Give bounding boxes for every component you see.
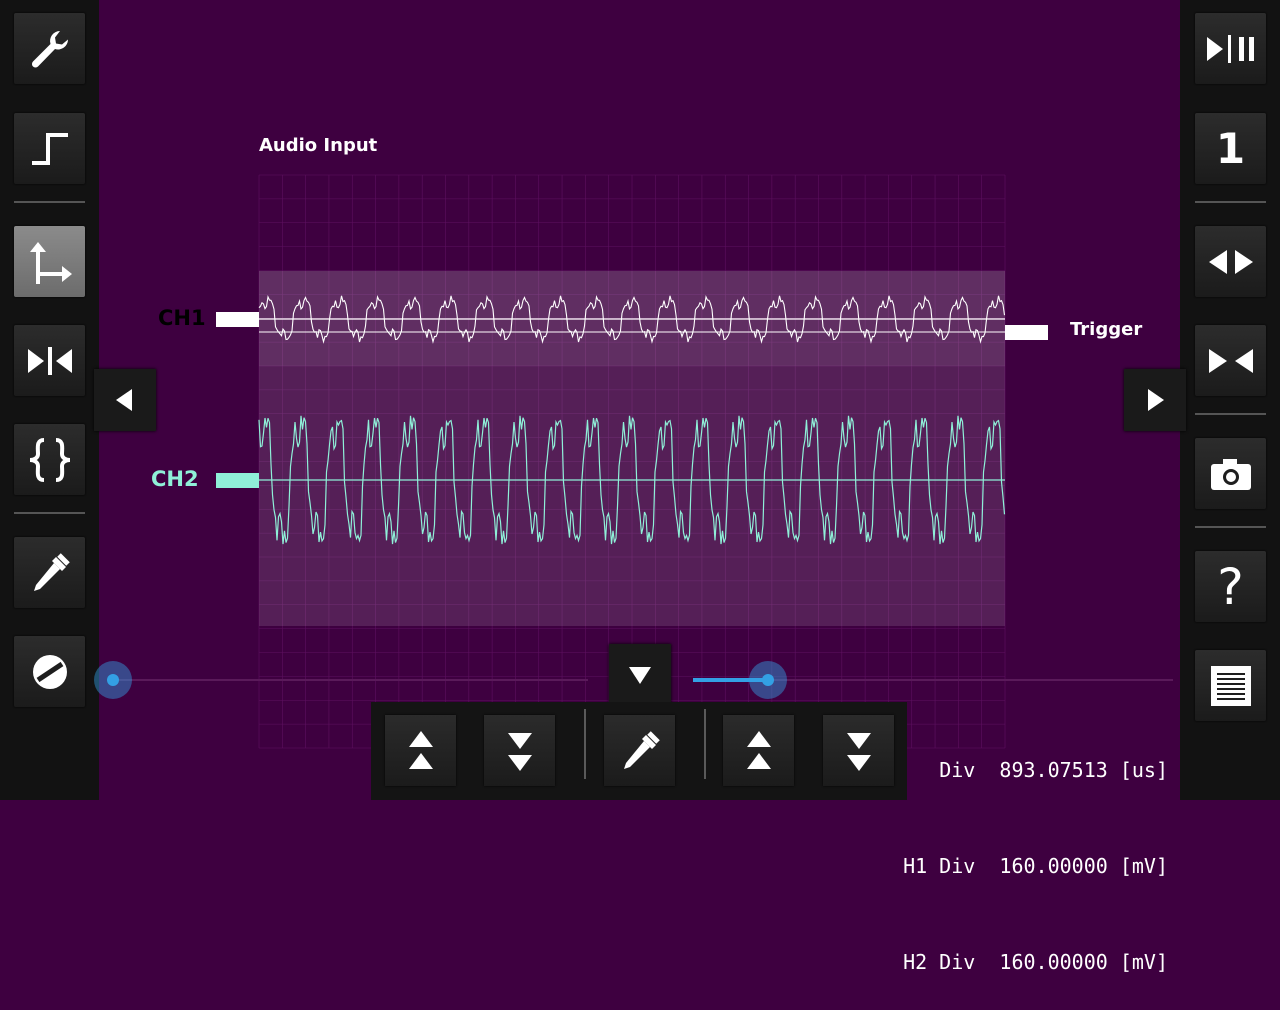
double-arrow-down-icon xyxy=(507,732,532,771)
pipette-icon xyxy=(623,730,660,769)
measurement-readout: Div 893.07513 [us] H1 Div 160.00000 [mV]… xyxy=(903,690,1168,1010)
arrow-down-icon xyxy=(629,667,651,684)
ch1-label: CH1 xyxy=(158,306,206,330)
timebase-slider-knob[interactable] xyxy=(749,661,787,699)
scale-down-button[interactable] xyxy=(484,715,555,786)
bottom-divider xyxy=(704,709,706,779)
arrow-left-icon xyxy=(116,389,132,411)
ch1-offset-handle[interactable] xyxy=(216,312,259,327)
ch2-label: CH2 xyxy=(151,467,199,491)
readout-row-time: Div 893.07513 [us] xyxy=(939,758,1168,782)
double-arrow-up-icon xyxy=(408,730,433,769)
readout-row-ch2: H2 Div 160.00000 [mV] xyxy=(903,950,1168,974)
trigger-level-handle[interactable] xyxy=(1005,325,1048,340)
timebase-slider-track xyxy=(768,679,1173,681)
scroll-right-button[interactable] xyxy=(1124,369,1186,431)
double-arrow-down-icon xyxy=(846,732,871,771)
position-slider-knob[interactable] xyxy=(94,661,132,699)
scroll-left-button[interactable] xyxy=(94,369,156,431)
ch2-offset-handle[interactable] xyxy=(216,473,259,488)
readout-row-ch1: H1 Div 160.00000 [mV] xyxy=(903,854,1168,878)
scale-up-button[interactable] xyxy=(385,715,456,786)
offset-up-button[interactable] xyxy=(723,715,794,786)
bottom-control-bar xyxy=(371,702,907,800)
offset-down-button[interactable] xyxy=(823,715,894,786)
cursor-button[interactable] xyxy=(604,715,675,786)
bottom-divider xyxy=(584,709,586,779)
arrow-right-icon xyxy=(1148,389,1164,411)
double-arrow-up-icon xyxy=(746,730,771,769)
toggle-panel-button[interactable] xyxy=(609,644,671,706)
trigger-label: Trigger xyxy=(1070,319,1143,340)
position-slider-track xyxy=(113,679,588,681)
